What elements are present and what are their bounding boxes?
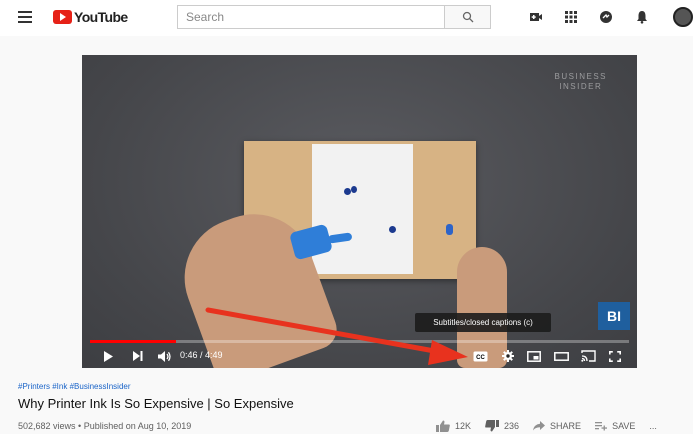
account-avatar[interactable] — [673, 7, 693, 27]
menu-icon[interactable] — [18, 11, 32, 23]
dislike-button[interactable]: 236 — [485, 420, 519, 432]
thumbs-down-icon — [485, 420, 500, 432]
messages-icon[interactable] — [599, 10, 613, 24]
like-count: 12K — [455, 421, 472, 431]
volume-icon[interactable] — [157, 348, 171, 364]
cast-icon[interactable] — [580, 348, 596, 364]
theater-mode-icon[interactable] — [553, 348, 569, 364]
paper-sheet — [312, 144, 413, 274]
search-button[interactable] — [444, 5, 491, 29]
share-arrow-icon — [533, 421, 546, 431]
share-button[interactable]: SHARE — [533, 421, 581, 431]
youtube-play-logo-icon — [53, 10, 72, 24]
search-input[interactable]: Search — [177, 5, 445, 29]
play-icon[interactable] — [102, 348, 114, 364]
captions-icon[interactable]: CC — [472, 348, 488, 364]
share-label: SHARE — [550, 421, 582, 431]
video-actions: 12K 236 SHARE SAVE ... — [436, 419, 657, 433]
masthead: YouTube Search — [0, 0, 693, 36]
more-actions-label: ... — [649, 421, 657, 431]
time-display: 0:46 / 4:49 — [180, 350, 223, 360]
captions-tooltip: Subtitles/closed captions (c) — [415, 313, 551, 332]
hashtags[interactable]: #Printers #Ink #BusinessInsider — [18, 382, 131, 391]
video-title: Why Printer Ink Is So Expensive | So Exp… — [18, 396, 294, 411]
progress-bar[interactable] — [90, 340, 629, 343]
search-icon — [462, 11, 473, 23]
apps-grid-icon[interactable] — [564, 10, 578, 24]
miniplayer-icon[interactable] — [526, 348, 542, 364]
like-button[interactable]: 12K — [436, 420, 471, 432]
dislike-count: 236 — [504, 421, 520, 431]
watermark-line1: BUSINESS — [554, 72, 607, 81]
business-insider-watermark: BUSINESS INSIDER — [555, 72, 607, 92]
notifications-bell-icon[interactable] — [635, 10, 649, 24]
settings-icon[interactable] — [501, 348, 515, 364]
video-player[interactable]: BUSINESS INSIDER BI Subtitles/closed cap… — [82, 55, 637, 368]
ink-cartridge — [446, 224, 453, 235]
logo-text: YouTube — [74, 9, 128, 25]
ink-dot — [344, 188, 351, 195]
save-label: SAVE — [612, 421, 636, 431]
video-meta: 502,682 views • Published on Aug 10, 201… — [18, 421, 192, 431]
bi-badge: BI — [598, 302, 630, 330]
video-camera-icon[interactable] — [529, 10, 543, 24]
svg-text:CC: CC — [476, 354, 485, 360]
fullscreen-icon[interactable] — [608, 348, 622, 364]
player-controls: 0:46 / 4:49 CC — [82, 344, 637, 368]
next-icon[interactable] — [131, 348, 143, 364]
watermark-line2: INSIDER — [559, 82, 603, 91]
youtube-logo[interactable]: YouTube — [53, 9, 128, 25]
progress-bar-played — [90, 340, 176, 343]
ink-dot — [351, 186, 357, 193]
add-to-playlist-icon — [595, 422, 608, 431]
ink-dot — [389, 226, 396, 233]
more-actions-button[interactable]: ... — [649, 421, 657, 431]
save-button[interactable]: SAVE — [595, 421, 635, 431]
thumbs-up-icon — [436, 420, 450, 432]
